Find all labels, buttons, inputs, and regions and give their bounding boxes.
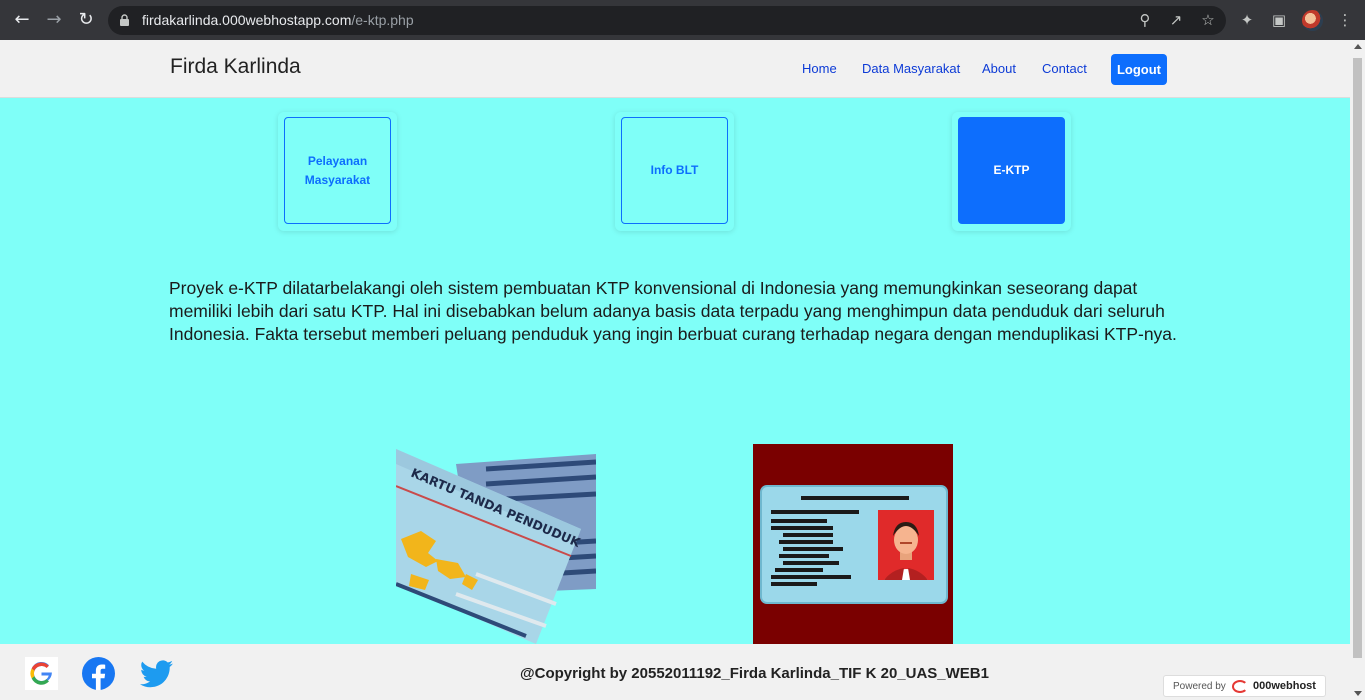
card-e-ktp[interactable]: E-KTP — [958, 117, 1065, 224]
ktp-illustration: KARTU TANDA PENDUDUK — [396, 444, 596, 644]
url-host: firdakarlinda.000webhostapp.com — [142, 12, 352, 28]
id-card-illustration — [753, 444, 953, 644]
webhost-logo-icon — [1232, 680, 1248, 693]
reload-icon[interactable]: ↻ — [75, 9, 97, 31]
forward-arrow-icon[interactable]: → — [43, 9, 65, 31]
url-path: /e-ktp.php — [351, 12, 414, 28]
powered-by-badge[interactable]: Powered by 000webhost — [1163, 675, 1326, 697]
scroll-up-icon[interactable] — [1354, 44, 1362, 49]
nav-home[interactable]: Home — [802, 61, 837, 76]
share-icon[interactable]: ↗ — [1167, 11, 1185, 29]
sidepanel-icon[interactable]: ▣ — [1270, 11, 1288, 29]
extensions-icon[interactable]: ✦ — [1238, 11, 1256, 29]
facebook-icon[interactable] — [82, 657, 115, 690]
site-navbar: Firda Karlinda Home Data Masyarakat Abou… — [0, 40, 1350, 98]
address-bar[interactable]: firdakarlinda.000webhostapp.com/e-ktp.ph… — [108, 6, 1226, 35]
nav-contact[interactable]: Contact — [1042, 61, 1087, 76]
card-pelayanan-masyarakat[interactable]: Pelayanan Masyarakat — [284, 117, 391, 224]
scroll-down-icon[interactable] — [1354, 691, 1362, 696]
url-text: firdakarlinda.000webhostapp.com/e-ktp.ph… — [142, 12, 414, 28]
card-pelayanan-wrap: Pelayanan Masyarakat — [278, 112, 397, 231]
back-arrow-icon[interactable]: ← — [11, 9, 33, 31]
page-scrollbar[interactable] — [1350, 40, 1365, 700]
profile-avatar[interactable] — [1302, 10, 1323, 31]
menu-dots-icon[interactable]: ⋮ — [1336, 11, 1354, 29]
google-icon[interactable] — [25, 657, 58, 690]
id-card-svg — [760, 485, 948, 604]
copyright-text: @Copyright by 20552011192_Firda Karlinda… — [520, 665, 989, 682]
card-info-blt-wrap: Info BLT — [615, 112, 734, 231]
zoom-icon[interactable]: ⚲ — [1136, 11, 1154, 29]
nav-about[interactable]: About — [982, 61, 1016, 76]
scrollbar-thumb[interactable] — [1353, 58, 1362, 658]
powered-by-brand: 000webhost — [1253, 680, 1316, 692]
ektp-description: Proyek e-KTP dilatarbelakangi oleh siste… — [169, 278, 1177, 344]
ktp-cards-svg: KARTU TANDA PENDUDUK — [396, 449, 596, 644]
logout-button[interactable]: Logout — [1111, 54, 1167, 85]
brand-title[interactable]: Firda Karlinda — [170, 55, 301, 79]
nav-data-masyarakat[interactable]: Data Masyarakat — [862, 61, 960, 76]
powered-by-label: Powered by — [1173, 681, 1226, 692]
twitter-icon[interactable] — [140, 657, 173, 690]
lock-icon — [120, 14, 129, 26]
star-icon[interactable]: ☆ — [1199, 11, 1217, 29]
card-ektp-wrap: E-KTP — [952, 112, 1071, 231]
site-footer: @Copyright by 20552011192_Firda Karlinda… — [0, 644, 1350, 700]
card-info-blt[interactable]: Info BLT — [621, 117, 728, 224]
browser-toolbar: ← → ↻ firdakarlinda.000webhostapp.com/e-… — [0, 0, 1365, 40]
